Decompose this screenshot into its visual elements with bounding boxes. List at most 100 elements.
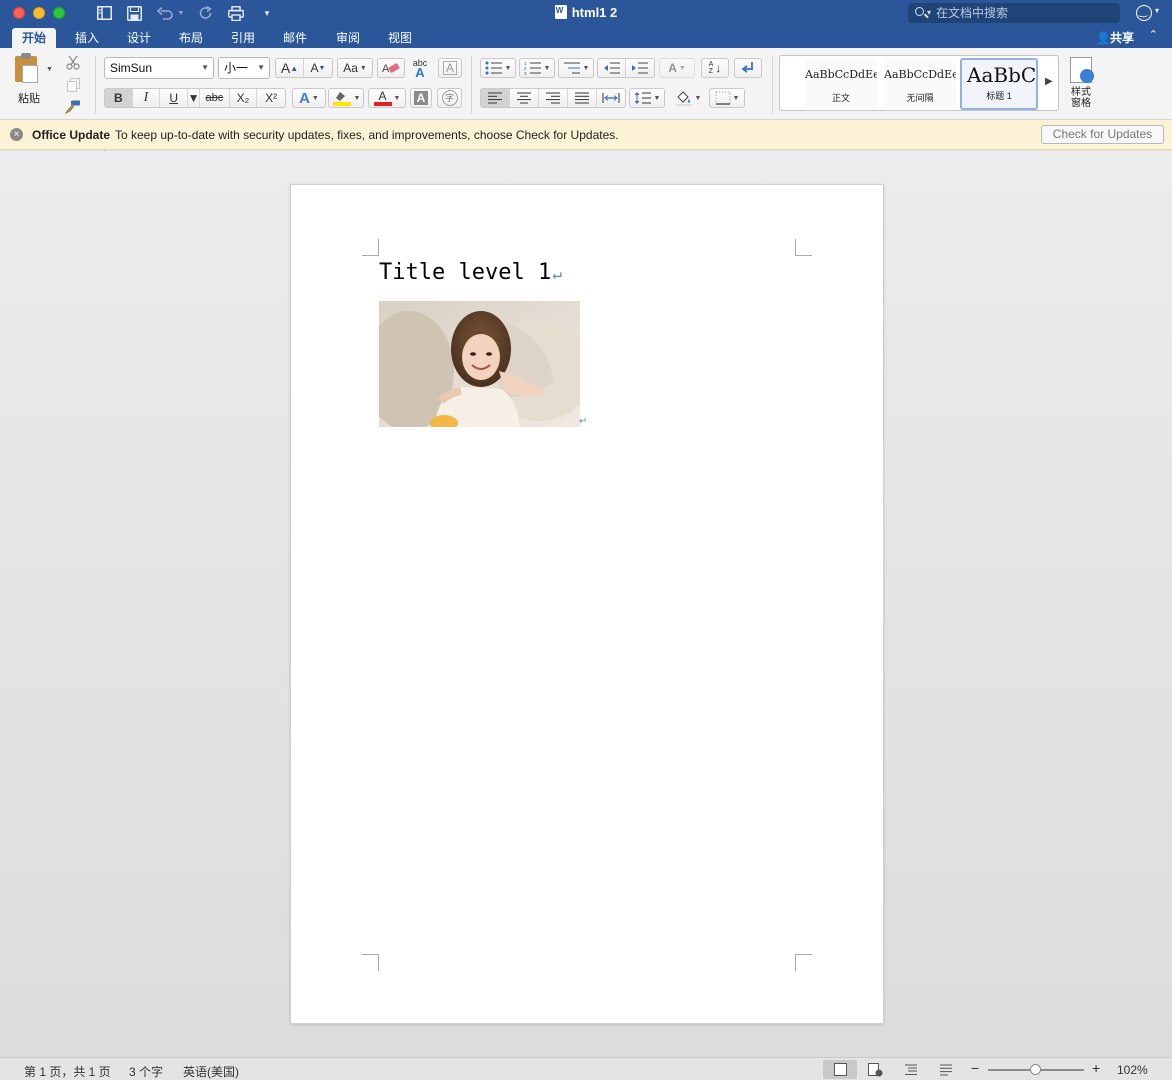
chevron-down-icon: ▼ xyxy=(177,9,185,17)
font-color-button[interactable]: A ▼ xyxy=(368,88,406,108)
paste-button[interactable]: 粘贴 xyxy=(12,53,50,106)
format-painter-button[interactable] xyxy=(64,97,82,117)
style-no-spacing[interactable]: AaBbCcDdEe 无间隔 xyxy=(884,60,956,108)
show-formatting-marks-button[interactable] xyxy=(734,58,762,78)
tab-layout[interactable]: 布局 xyxy=(169,28,213,48)
strikethrough-button[interactable]: abc xyxy=(200,89,230,107)
justify-button[interactable] xyxy=(568,89,597,107)
undo-dropdown[interactable]: ▼ xyxy=(176,4,186,22)
tab-home[interactable]: 开始 xyxy=(12,28,57,48)
zoom-slider-handle[interactable] xyxy=(1030,1064,1041,1075)
enclose-characters-button[interactable]: 字 xyxy=(437,88,462,108)
clear-formatting-button[interactable]: A xyxy=(377,58,405,78)
indent-group xyxy=(597,58,655,78)
change-case-button[interactable]: Aa ▼ xyxy=(337,58,373,78)
paint-bucket-icon xyxy=(675,90,692,106)
borders-button[interactable]: ▼ xyxy=(709,88,745,108)
ribbon: 粘贴 ▼ SimSun ▼ 小一 ▼ A ▲ A ▼ Aa ▼ A abc A A B I… xyxy=(0,48,1172,156)
word-document-icon xyxy=(554,5,567,19)
share-button[interactable]: 👤共享 xyxy=(1096,29,1134,46)
tab-mailings[interactable]: 邮件 xyxy=(273,28,317,48)
document-canvas[interactable]: Title level 1↵ ↵ xyxy=(0,151,1172,1057)
shading-button[interactable]: ▼ xyxy=(670,88,706,108)
web-layout-view-button[interactable] xyxy=(858,1060,892,1079)
align-right-button[interactable] xyxy=(539,89,568,107)
multilevel-list-button[interactable]: ▼ xyxy=(558,58,594,78)
align-center-button[interactable] xyxy=(510,89,539,107)
asian-layout-button[interactable]: A ▼ xyxy=(659,58,695,78)
outline-view-button[interactable] xyxy=(894,1060,928,1079)
tab-view[interactable]: 视图 xyxy=(378,28,422,48)
chevron-down-icon[interactable]: ▾ xyxy=(1155,6,1159,15)
decrease-indent-button[interactable] xyxy=(598,59,626,77)
bullets-button[interactable]: ▼ xyxy=(480,58,516,78)
character-border-button[interactable]: A xyxy=(438,58,462,78)
page-view-icon xyxy=(833,1063,847,1076)
paste-options-dropdown[interactable]: ▼ xyxy=(46,66,53,73)
draft-view-button[interactable] xyxy=(929,1060,963,1079)
underline-dropdown[interactable]: ▼ xyxy=(188,89,201,107)
page-count[interactable]: 第 1 页，共 1 页 xyxy=(24,1063,111,1080)
style-normal[interactable]: AaBbCcDdEe 正文 xyxy=(805,60,877,108)
bold-button[interactable]: B xyxy=(105,89,133,107)
line-spacing-button[interactable]: ▼ xyxy=(629,88,665,108)
grow-font-button[interactable]: A ▲ xyxy=(276,59,304,77)
chevron-down-icon: ▼ xyxy=(201,63,209,72)
language-indicator[interactable]: 英语(美国) xyxy=(183,1063,239,1080)
sidebar-toggle-button[interactable] xyxy=(95,4,113,22)
highlight-color-button[interactable]: ▼ xyxy=(328,88,364,108)
minimize-window-button[interactable] xyxy=(33,7,45,19)
distributed-button[interactable] xyxy=(597,89,625,107)
zoom-window-button[interactable] xyxy=(53,7,65,19)
character-shading-button[interactable]: A xyxy=(410,88,432,108)
save-button[interactable] xyxy=(125,4,143,22)
increase-indent-button[interactable] xyxy=(626,59,654,77)
style-heading-1[interactable]: AaBbCc 标题 1 xyxy=(960,58,1038,110)
sidebar-icon xyxy=(96,6,112,20)
search-input[interactable]: ▾ 在文档中搜索 xyxy=(908,3,1120,23)
shrink-font-button[interactable]: A ▼ xyxy=(304,59,332,77)
copy-button[interactable] xyxy=(64,75,82,95)
numbering-button[interactable]: 123 ▼ xyxy=(519,58,555,78)
undo-button[interactable] xyxy=(156,4,174,22)
font-name-select[interactable]: SimSun ▼ xyxy=(104,57,214,79)
redo-button[interactable] xyxy=(197,4,215,22)
word-count[interactable]: 3 个字 xyxy=(129,1063,163,1080)
close-window-button[interactable] xyxy=(13,7,25,19)
superscript-button[interactable]: X² xyxy=(257,89,285,107)
tab-references[interactable]: 引用 xyxy=(221,28,265,48)
underline-button[interactable]: U xyxy=(160,89,189,107)
styles-pane-icon xyxy=(1070,57,1094,83)
save-icon xyxy=(126,5,142,21)
indent-icon xyxy=(632,62,648,74)
align-left-button[interactable] xyxy=(481,89,510,107)
print-layout-view-button[interactable] xyxy=(823,1060,857,1079)
inline-photo[interactable] xyxy=(379,301,580,427)
spelling-grammar-button[interactable]: abc A xyxy=(407,58,433,80)
zoom-out-button[interactable]: − xyxy=(971,1060,979,1076)
styles-pane-button[interactable]: 样式 窗格 xyxy=(1064,57,1098,109)
crop-mark-bottom-right xyxy=(795,954,812,971)
tab-insert[interactable]: 插入 xyxy=(65,28,109,48)
zoom-level[interactable]: 102% xyxy=(1117,1063,1148,1077)
collapse-ribbon-button[interactable]: ⌃ xyxy=(1149,28,1158,41)
feedback-smiley-icon[interactable] xyxy=(1136,5,1152,21)
tab-design[interactable]: 设计 xyxy=(117,28,161,48)
zoom-in-button[interactable]: + xyxy=(1092,1060,1100,1076)
add-person-icon: 👤 xyxy=(1095,31,1111,45)
customize-toolbar-button[interactable]: ▾ xyxy=(260,4,274,22)
document-page[interactable]: Title level 1↵ ↵ xyxy=(290,184,884,1024)
print-button[interactable] xyxy=(227,4,245,22)
cut-button[interactable] xyxy=(64,52,82,72)
document-heading[interactable]: Title level 1↵ xyxy=(379,260,562,285)
check-for-updates-button[interactable]: Check for Updates xyxy=(1041,125,1164,144)
text-effects-button[interactable]: A ▼ xyxy=(292,88,326,108)
tab-review[interactable]: 审阅 xyxy=(326,28,370,48)
italic-button[interactable]: I xyxy=(133,89,161,107)
sort-button[interactable]: A Z ↓ xyxy=(701,58,729,78)
close-icon[interactable]: × xyxy=(10,128,23,141)
justify-icon xyxy=(575,92,589,104)
font-size-select[interactable]: 小一 ▼ xyxy=(218,57,270,79)
subscript-button[interactable]: X₂ xyxy=(230,89,258,107)
styles-gallery-next-button[interactable]: ▶ xyxy=(1045,76,1053,87)
